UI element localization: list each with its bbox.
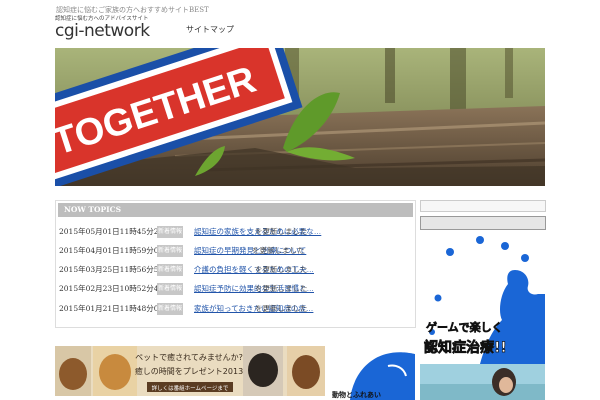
ad-game-line1: ゲームで楽しく: [426, 320, 503, 334]
pet-banner-line3: 詳しくは番組ホームページまで: [152, 384, 229, 392]
topic-badge: 新着情報: [157, 264, 183, 276]
hero-image: TOGETHER: [55, 48, 545, 186]
logo-text: cgi-network: [55, 21, 150, 41]
topic-badge: 新着情報: [157, 303, 183, 315]
pet-banner-line1: ペットで癒されてみませんか?: [135, 352, 243, 362]
nav-sitemap-link[interactable]: サイトマップ: [186, 24, 234, 35]
pet-banner-line2: 癒しの時間をプレゼント2013: [135, 366, 243, 376]
topic-badge: 新着情報: [157, 283, 183, 295]
topic-badge: 新着情報: [157, 245, 183, 257]
ad-photo-banner[interactable]: [420, 364, 545, 400]
now-topics-title: NOW TOPICS: [58, 203, 413, 217]
ad-game-graphic: ゲームで楽しく 認知症治療!!: [424, 236, 545, 364]
topic-date: 2015年05月01日11時45分21秒: [59, 227, 171, 236]
topic-date: 2015年02月23日10時52分40秒: [59, 284, 171, 293]
animal-banner[interactable]: 動物とふれあい: [330, 346, 415, 400]
now-topics-panel: NOW TOPICS 2015年05月01日11時45分21秒 新着情報 認知症…: [55, 200, 416, 328]
topic-suffix: を更新しました: [255, 304, 308, 313]
topic-date: 2015年03月25日11時56分57秒: [59, 265, 171, 274]
sidebar-header-bar: [420, 216, 546, 230]
ad-game-line2: 認知症治療!!: [424, 339, 507, 356]
topic-suffix: を更新しました: [255, 227, 308, 236]
site-tagline: 認知症に悩むご家族の方へおすすめサイトBEST: [56, 6, 209, 14]
topic-suffix: を更新しました: [255, 284, 308, 293]
site-logo[interactable]: 認知症に悩む方へのアドバイスサイト cgi-network: [55, 16, 151, 40]
topic-suffix: を更新しました: [255, 265, 308, 274]
hero-photo: TOGETHER: [55, 48, 545, 186]
ad-game-banner[interactable]: ゲームで楽しく 認知症治療!!: [420, 232, 545, 364]
topic-date: 2015年01月21日11時48分06秒: [59, 304, 171, 313]
topic-suffix: を更新しました: [252, 246, 305, 255]
animal-banner-graphic: 動物とふれあい: [330, 346, 415, 400]
sidebar-search-box[interactable]: [420, 200, 546, 212]
pet-banner[interactable]: ペットで癒されてみませんか? 癒しの時間をプレゼント2013 詳しくは番組ホーム…: [55, 346, 325, 396]
animal-banner-caption: 動物とふれあい: [332, 390, 381, 399]
pet-banner-graphic: ペットで癒されてみませんか? 癒しの時間をプレゼント2013 詳しくは番組ホーム…: [55, 346, 325, 396]
topic-date: 2015年04月01日11時59分04秒: [59, 246, 171, 255]
ad-photo-image: [420, 364, 545, 400]
topic-badge: 新着情報: [157, 226, 183, 238]
